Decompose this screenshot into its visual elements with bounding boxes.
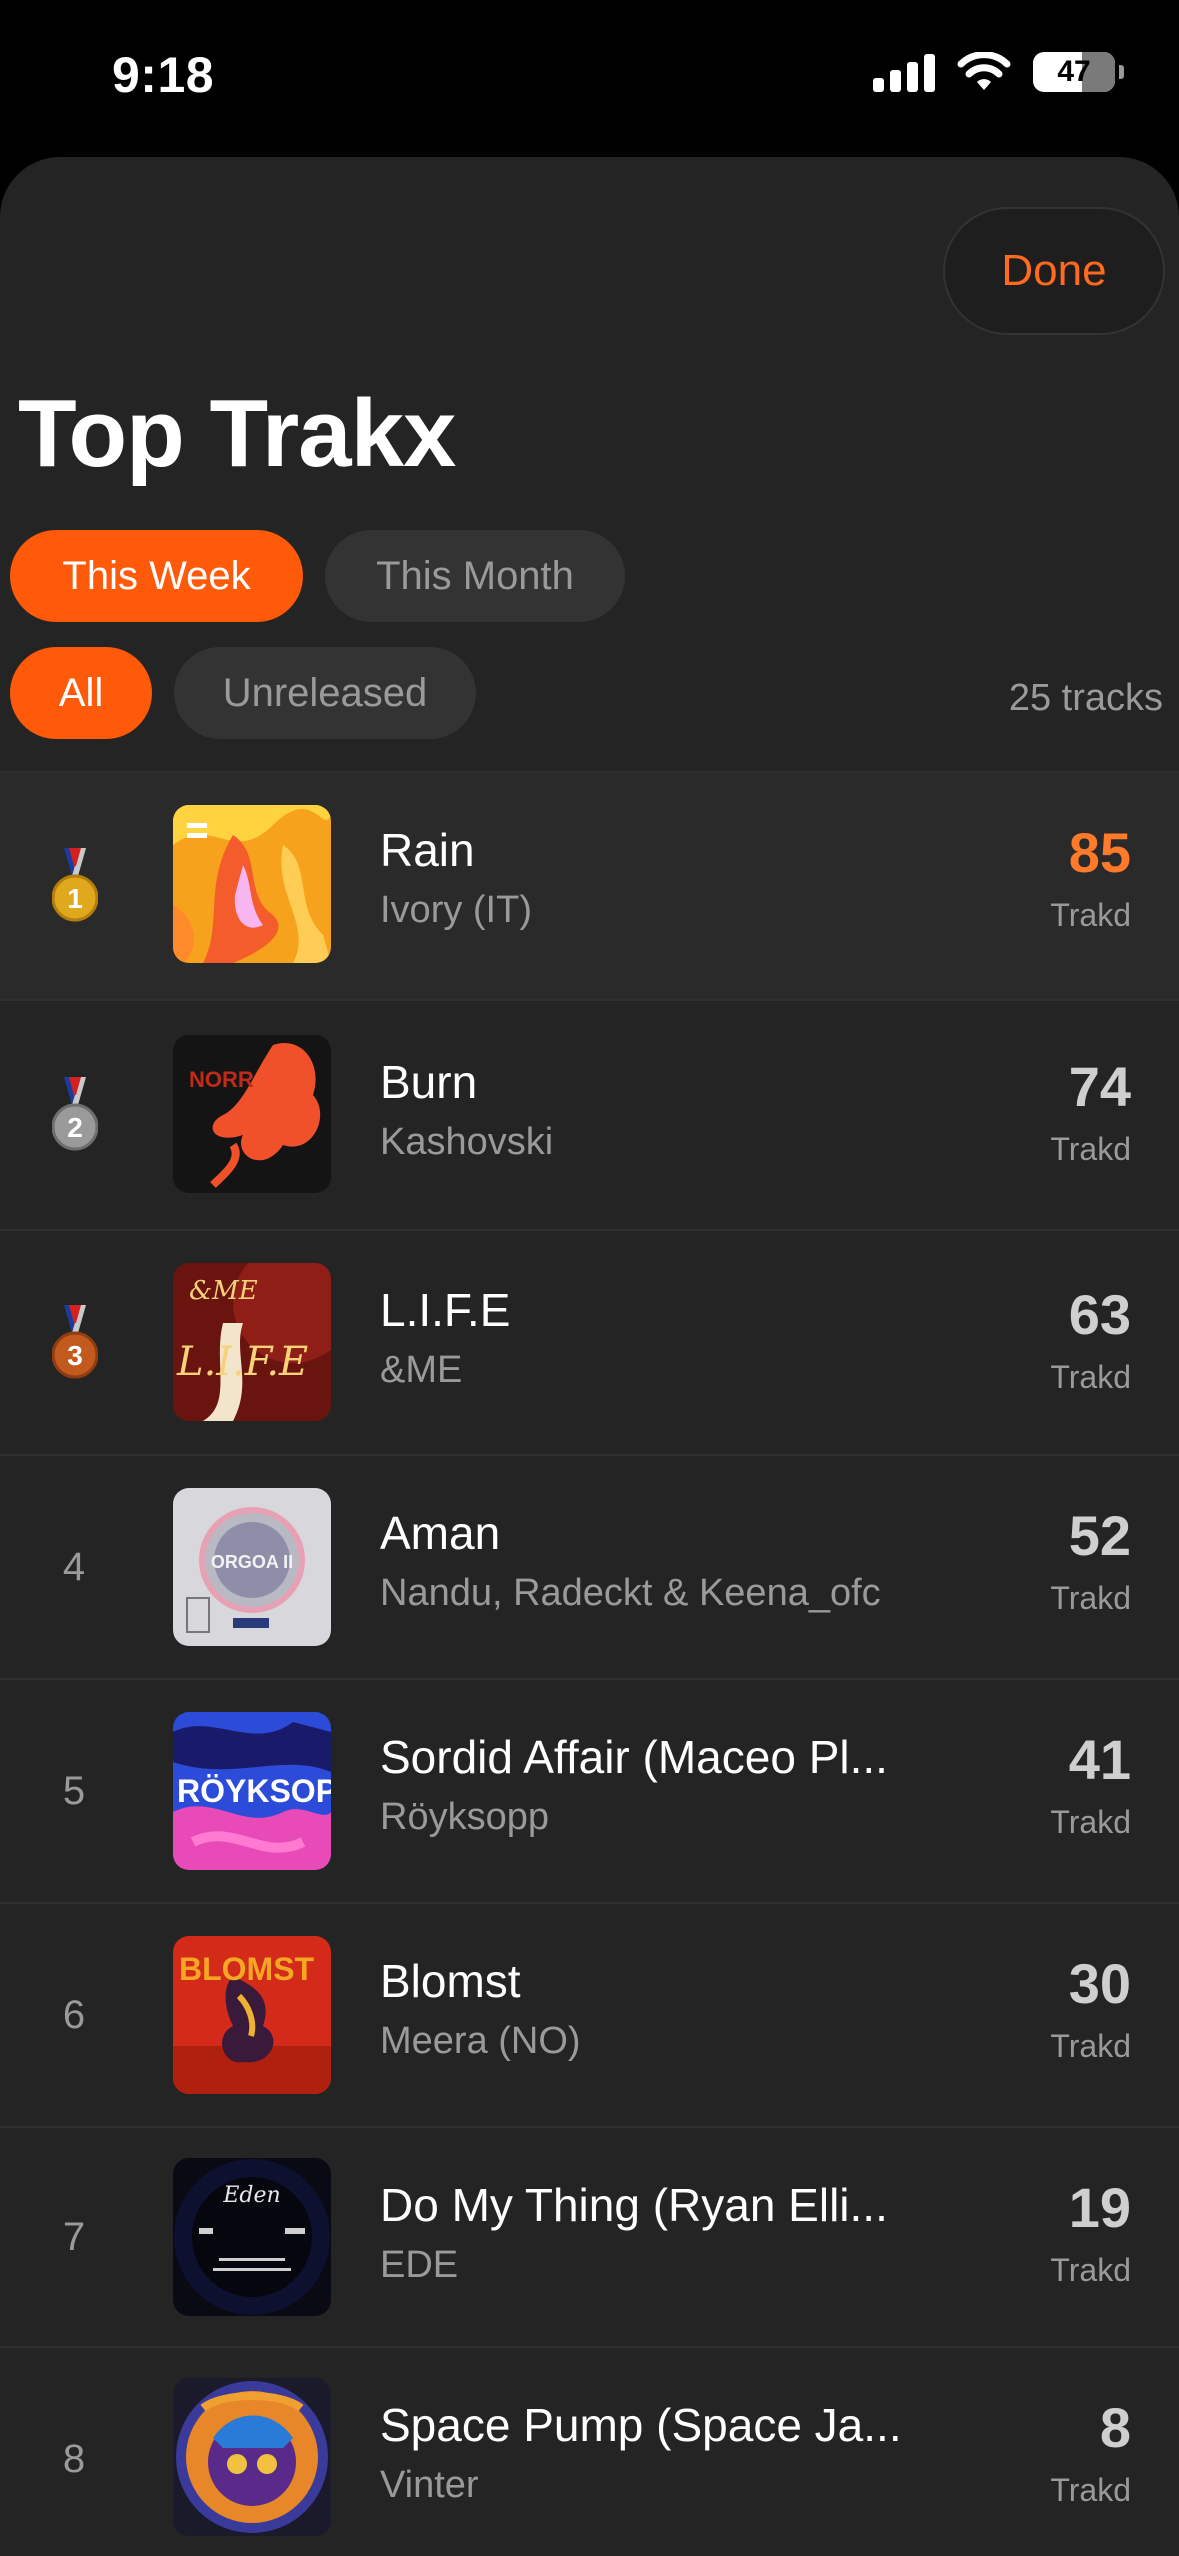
trakd-count: 74 [1068, 1055, 1131, 1118]
cellular-signal-icon [873, 52, 935, 92]
trakd-count: 52 [1068, 1504, 1131, 1567]
trakd-label: Trakd [1050, 1804, 1131, 1840]
svg-text:1: 1 [67, 883, 83, 914]
trakd-count: 63 [1068, 1283, 1131, 1346]
track-title: Blomst [380, 1955, 521, 2007]
trakd-score: 41 Trakd [971, 1732, 1131, 1841]
list-item[interactable]: 3 &ME L.I.F.E L.I.F.E &ME 63 Trakd [0, 1229, 1179, 1454]
tab-this-month[interactable]: This Month [325, 530, 625, 622]
aman-cover-text: ORGOA II [211, 1552, 293, 1572]
blomst-cover-text: BLOMST [179, 1951, 315, 1987]
track-title: Sordid Affair (Maceo Pl... [380, 1731, 888, 1783]
trakd-label: Trakd [1050, 1359, 1131, 1395]
track-title: Rain [380, 824, 475, 876]
trakd-label: Trakd [1050, 1580, 1131, 1616]
list-item[interactable]: 6 BLOMST Blomst Meera (NO) 30 Trakd [0, 1902, 1179, 2126]
trakd-score: 19 Trakd [971, 2180, 1131, 2289]
filter-all[interactable]: All [10, 647, 152, 739]
track-list: 1 Rain Ivory (IT) 85 Trakd 2 NORR Burn K… [0, 771, 1179, 2556]
rank-number: 5 [62, 1768, 86, 1813]
life-cover-main-text: L.I.F.E [176, 1339, 308, 1385]
filter-unreleased[interactable]: Unreleased [174, 647, 476, 739]
trakd-label: Trakd [1050, 2028, 1131, 2064]
track-title: Aman [380, 1507, 501, 1559]
list-item[interactable]: 1 Rain Ivory (IT) 85 Trakd [0, 771, 1179, 999]
royksopp-cover-text: RÖYKSOPP [177, 1773, 331, 1809]
status-icons: 47 [873, 52, 1124, 92]
rank-number: 4 [62, 1544, 86, 1589]
rank-number: 7 [62, 2214, 86, 2259]
svg-text:2: 2 [67, 1112, 83, 1143]
track-title: Burn [380, 1056, 478, 1108]
track-artist: Vinter [380, 2464, 479, 2506]
track-artist: Röyksopp [380, 1796, 549, 1838]
trakd-count: 19 [1068, 2176, 1131, 2239]
track-artist: Nandu, Radeckt & Keena_ofc [380, 1572, 881, 1614]
trakd-score: 8 Trakd [971, 2400, 1131, 2509]
track-artist: Kashovski [380, 1121, 554, 1163]
track-title: L.I.F.E [380, 1284, 511, 1336]
life-cover-top-text: &ME [189, 1276, 258, 1306]
trakd-count: 41 [1068, 1728, 1131, 1791]
trakd-score: 52 Trakd [971, 1508, 1131, 1617]
list-item[interactable]: 4 ORGOA II Aman Nandu, Radeckt & Keena_o… [0, 1454, 1179, 1678]
gold-medal-icon: 1 [44, 773, 106, 999]
trakd-count: 30 [1068, 1952, 1131, 2015]
battery-icon: 47 [1033, 52, 1124, 92]
trakd-label: Trakd [1050, 2472, 1131, 2508]
list-item[interactable]: 2 NORR Burn Kashovski 74 Trakd [0, 999, 1179, 1229]
cover-art-blomst: BLOMST [173, 1936, 331, 2094]
tab-this-week[interactable]: This Week [10, 530, 303, 622]
cover-art-aman: ORGOA II [173, 1488, 331, 1646]
top-trakx-sheet: Done Top Trakx This Week This Month All … [0, 157, 1179, 2556]
trakd-score: 74 Trakd [971, 1059, 1131, 1168]
silver-medal-icon: 2 [44, 1001, 106, 1229]
status-time: 9:18 [112, 47, 215, 103]
rank-number: 8 [62, 2436, 86, 2481]
screen: 9:18 47 Done Top Trakx This Week This Mo… [0, 0, 1179, 2556]
trakd-score: 63 Trakd [971, 1287, 1131, 1396]
svg-text:3: 3 [67, 1340, 83, 1371]
list-item[interactable]: 8 Space Pump (Space Ja... Vinter 8 Trakd [0, 2346, 1179, 2556]
done-button[interactable]: Done [943, 207, 1165, 335]
bronze-medal-icon: 3 [44, 1231, 106, 1454]
trakd-score: 30 Trakd [971, 1956, 1131, 2065]
trakd-count: 85 [1068, 821, 1131, 884]
track-title: Do My Thing (Ryan Elli... [380, 2179, 888, 2231]
cover-art-burn: NORR [173, 1035, 331, 1193]
list-item[interactable]: 7 Eden Do My Thing (Ryan Elli... EDE 19 … [0, 2126, 1179, 2346]
track-artist: &ME [380, 1349, 463, 1391]
cover-art-ede: Eden [173, 2158, 331, 2316]
trakd-label: Trakd [1050, 1131, 1131, 1167]
track-title: Space Pump (Space Ja... [380, 2399, 902, 2451]
list-item[interactable]: 5 RÖYKSOPP Sordid Affair (Maceo Pl... Rö… [0, 1678, 1179, 1902]
battery-level: 47 [1057, 55, 1091, 88]
wifi-icon [957, 52, 1011, 90]
status-bar: 9:18 47 [0, 0, 1179, 150]
cover-art-rain [173, 805, 331, 963]
page-title: Top Trakx [18, 380, 456, 487]
trakd-label: Trakd [1050, 897, 1131, 933]
track-count: 25 tracks [1008, 677, 1163, 719]
track-artist: Ivory (IT) [380, 889, 532, 931]
cover-art-royksopp: RÖYKSOPP [173, 1712, 331, 1870]
track-artist: EDE [380, 2244, 459, 2286]
ede-cover-text: Eden [222, 2183, 280, 2208]
burn-cover-text: NORR [189, 1067, 254, 1092]
track-artist: Meera (NO) [380, 2020, 581, 2062]
cover-art-life: &ME L.I.F.E [173, 1263, 331, 1421]
trakd-label: Trakd [1050, 2252, 1131, 2288]
trakd-count: 8 [1099, 2396, 1131, 2459]
rank-number: 6 [62, 1992, 86, 2037]
cover-art-space-pump [173, 2378, 331, 2536]
trakd-score: 85 Trakd [971, 825, 1131, 934]
